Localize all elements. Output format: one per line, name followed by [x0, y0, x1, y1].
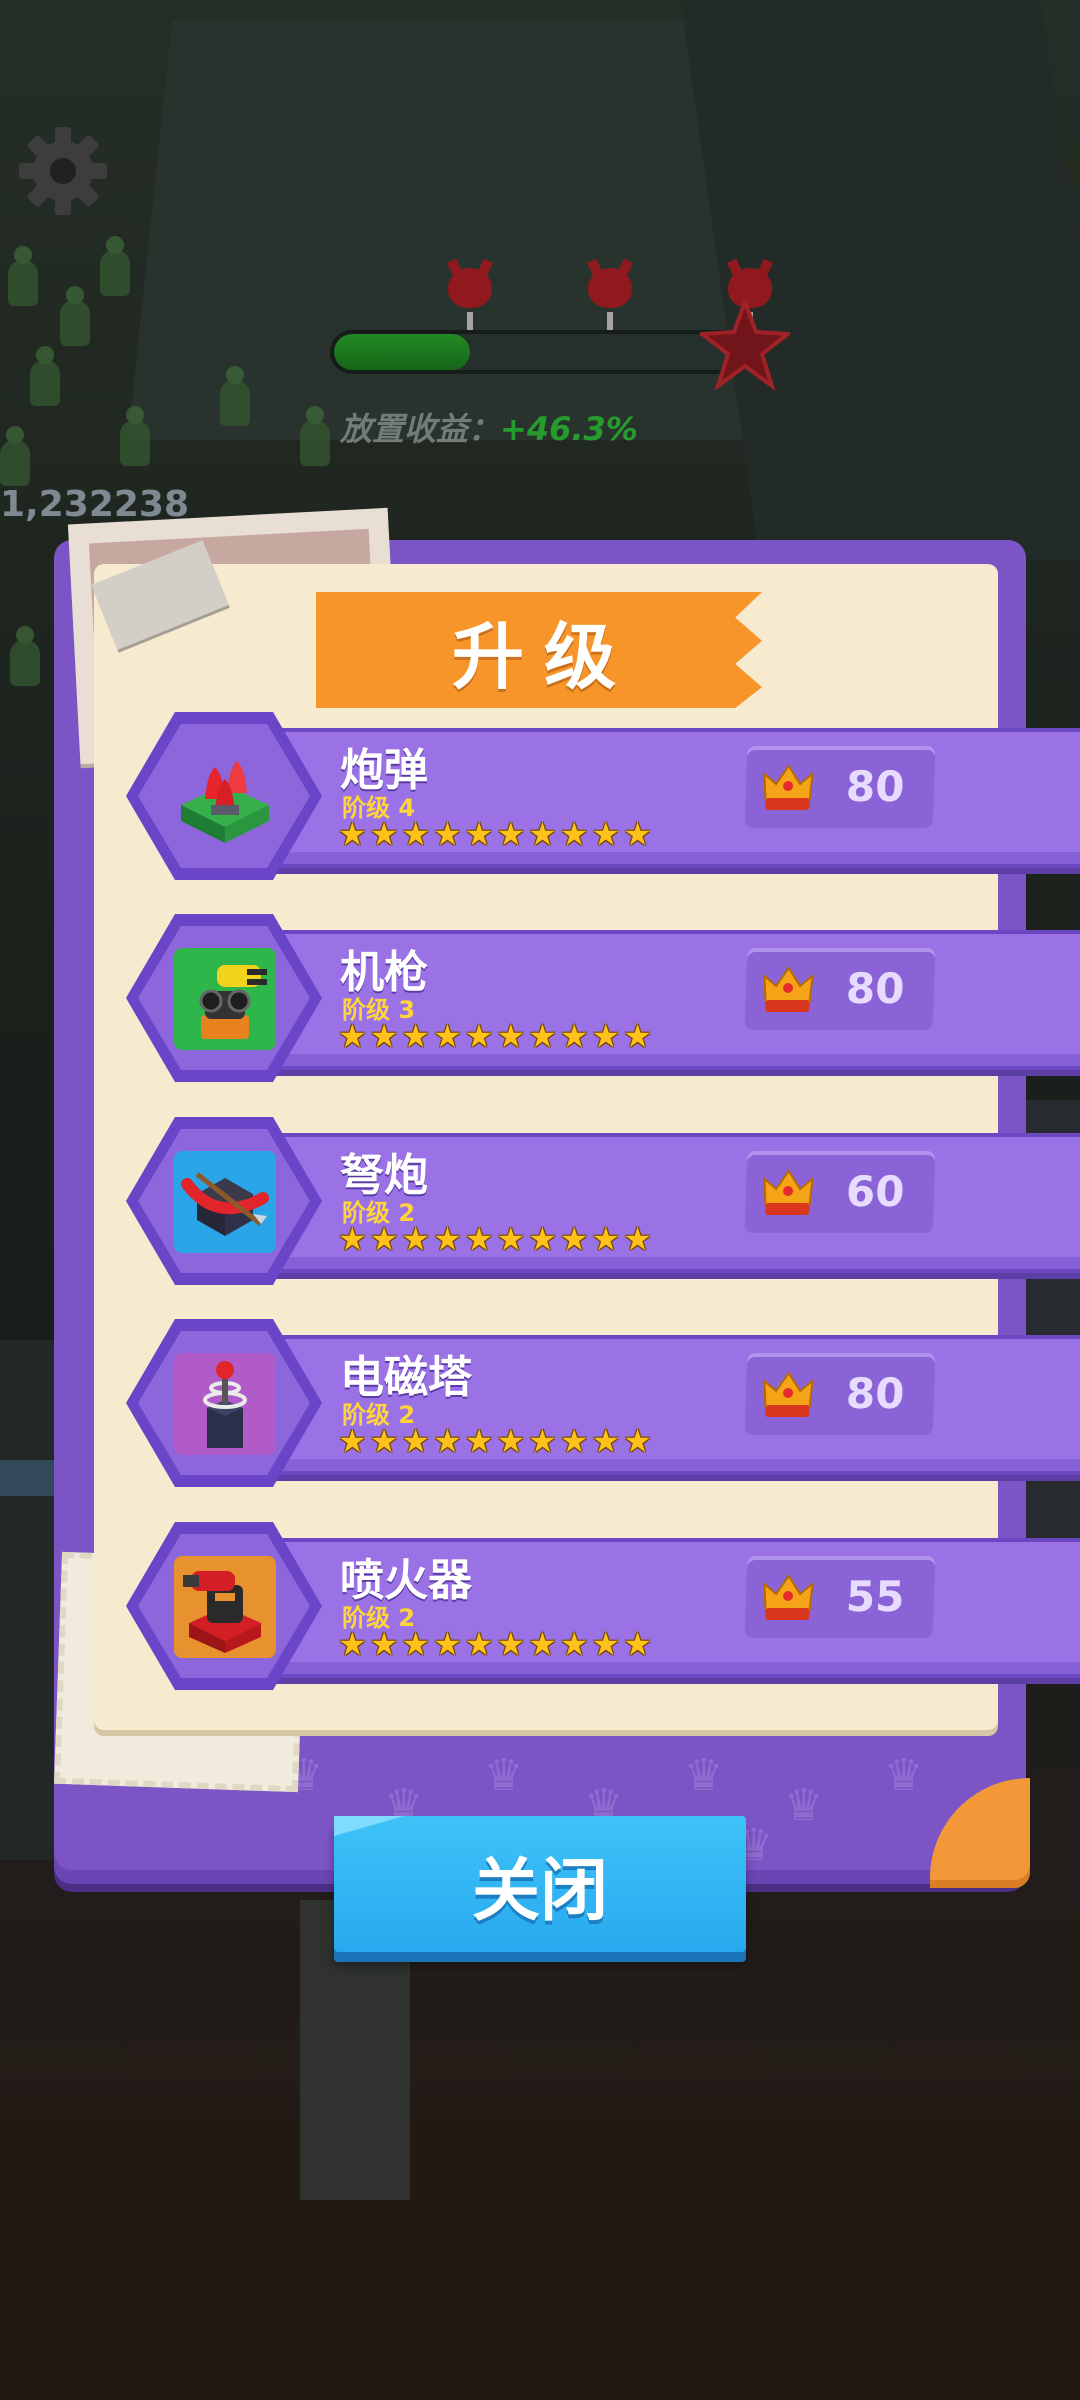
- cannonball-icon: [174, 746, 276, 848]
- star-icon: ★: [496, 815, 526, 853]
- star-icon: ★: [464, 815, 494, 853]
- star-icon: ★: [369, 815, 399, 853]
- star-icon: ★: [464, 1220, 494, 1258]
- star-icon: ★: [496, 1422, 526, 1460]
- star-icon: ★: [338, 1625, 367, 1663]
- star-icon: ★: [338, 815, 367, 853]
- star-icon: ★: [369, 1220, 399, 1258]
- star-icon: ★: [338, 1220, 367, 1258]
- star-icon: ★: [623, 1422, 652, 1460]
- star-icon: ★: [591, 1422, 621, 1460]
- star-icon: ★: [528, 1422, 557, 1460]
- upgrade-item[interactable]: 炮弹 阶级 4 ★ ★ ★ ★ ★ ★ ★ ★ ★ ★ 80: [126, 712, 1080, 880]
- item-stars: ★ ★ ★ ★ ★ ★ ★ ★ ★ ★: [338, 1020, 652, 1052]
- item-cost: 80: [845, 1369, 906, 1418]
- star-icon: ★: [464, 1625, 494, 1663]
- crossbow-icon: [174, 1151, 276, 1253]
- tesla-tower-icon: [174, 1353, 276, 1455]
- star-icon: ★: [433, 1017, 462, 1055]
- item-stars: ★ ★ ★ ★ ★ ★ ★ ★ ★ ★: [338, 1628, 652, 1660]
- upgrade-cost-button[interactable]: 55: [744, 1556, 936, 1638]
- close-button-label: 关闭: [471, 1851, 608, 1931]
- upgrade-item[interactable]: 电磁塔 阶级 2 ★ ★ ★ ★ ★ ★ ★ ★ ★ ★ 80: [126, 1319, 1080, 1487]
- crown-icon: [763, 966, 814, 1012]
- star-icon: ★: [496, 1017, 526, 1055]
- star-icon: ★: [528, 1625, 557, 1663]
- star-icon: ★: [401, 1422, 431, 1460]
- item-stars: ★ ★ ★ ★ ★ ★ ★ ★ ★ ★: [338, 1425, 652, 1457]
- upgrade-cost-button[interactable]: 60: [744, 1151, 936, 1233]
- star-icon: ★: [464, 1422, 494, 1460]
- flamethrower-icon: [174, 1556, 276, 1658]
- star-icon: ★: [623, 1625, 652, 1663]
- star-icon: ★: [433, 1422, 462, 1460]
- star-icon: ★: [464, 1017, 494, 1055]
- star-icon: ★: [369, 1017, 399, 1055]
- star-icon: ★: [496, 1220, 526, 1258]
- machine-gun-icon: [174, 948, 276, 1050]
- star-icon: ★: [559, 1625, 589, 1663]
- star-icon: ★: [401, 1625, 431, 1663]
- item-stars: ★ ★ ★ ★ ★ ★ ★ ★ ★ ★: [338, 1223, 652, 1255]
- crown-icon: [763, 1169, 814, 1215]
- star-icon: ★: [559, 1422, 589, 1460]
- star-icon: ★: [496, 1625, 526, 1663]
- star-icon: ★: [401, 1220, 431, 1258]
- item-cost: 80: [845, 762, 906, 811]
- star-icon: ★: [528, 1017, 557, 1055]
- star-icon: ★: [559, 815, 589, 853]
- upgrade-item[interactable]: 喷火器 阶级 2 ★ ★ ★ ★ ★ ★ ★ ★ ★ ★ 55: [126, 1522, 1080, 1690]
- upgrade-cost-button[interactable]: 80: [744, 948, 936, 1030]
- crown-icon: [763, 764, 814, 810]
- crown-icon: [763, 1574, 814, 1620]
- star-icon: ★: [401, 815, 431, 853]
- upgrade-item[interactable]: 弩炮 阶级 2 ★ ★ ★ ★ ★ ★ ★ ★ ★ ★ 60: [126, 1117, 1080, 1285]
- game-screen: 放置收益：+46.3% 1,232238 ♛♛♛ ♛♛♛ ♛♛♛ ♛ 升级: [0, 0, 1080, 2400]
- star-icon: ★: [591, 1220, 621, 1258]
- item-cost: 80: [845, 964, 906, 1013]
- star-icon: ★: [338, 1017, 367, 1055]
- star-icon: ★: [591, 815, 621, 853]
- star-icon: ★: [369, 1625, 399, 1663]
- star-icon: ★: [433, 1625, 462, 1663]
- star-icon: ★: [623, 1017, 652, 1055]
- star-icon: ★: [591, 1017, 621, 1055]
- star-icon: ★: [338, 1422, 367, 1460]
- crown-icon: [763, 1371, 814, 1417]
- upgrade-cost-button[interactable]: 80: [744, 1353, 936, 1435]
- star-icon: ★: [433, 815, 462, 853]
- star-icon: ★: [559, 1017, 589, 1055]
- item-cost: 55: [845, 1572, 906, 1621]
- item-cost: 60: [845, 1167, 906, 1216]
- star-icon: ★: [591, 1625, 621, 1663]
- item-stars: ★ ★ ★ ★ ★ ★ ★ ★ ★ ★: [338, 818, 652, 850]
- star-icon: ★: [369, 1422, 399, 1460]
- star-icon: ★: [433, 1220, 462, 1258]
- close-button[interactable]: 关闭: [334, 1816, 746, 1952]
- star-icon: ★: [559, 1220, 589, 1258]
- dialog-title: 升级: [451, 614, 636, 699]
- star-icon: ★: [623, 815, 652, 853]
- star-icon: ★: [528, 1220, 557, 1258]
- dialog-title-banner: 升级: [316, 592, 762, 708]
- upgrade-cost-button[interactable]: 80: [744, 746, 936, 828]
- star-icon: ★: [528, 815, 557, 853]
- star-icon: ★: [401, 1017, 431, 1055]
- star-icon: ★: [623, 1220, 652, 1258]
- upgrade-item[interactable]: 机枪 阶级 3 ★ ★ ★ ★ ★ ★ ★ ★ ★ ★ 80: [126, 914, 1080, 1082]
